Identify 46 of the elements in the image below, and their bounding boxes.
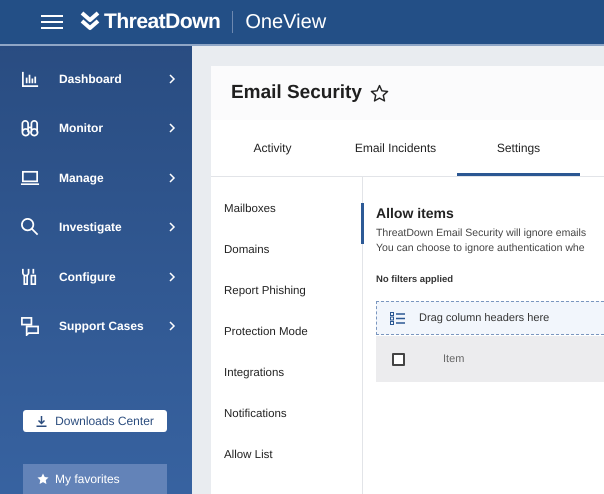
sidebar-item[interactable]: Monitor — [0, 104, 192, 153]
scrollbar[interactable] — [361, 203, 364, 244]
download-icon — [36, 416, 48, 427]
chevron-icon — [168, 321, 176, 332]
drop-zone-label: Drag column headers here — [419, 312, 550, 324]
description-text: ThreatDown Email Security will ignore emails — [376, 226, 588, 241]
product-name: OneView — [245, 10, 326, 34]
column-header[interactable]: Item — [443, 353, 464, 365]
chat-icon — [20, 316, 40, 336]
brand-name: ThreatDown — [104, 10, 220, 34]
tab[interactable]: Activity — [211, 120, 334, 176]
chevron-icon — [168, 172, 176, 183]
star-icon — [37, 473, 49, 486]
chevron-icon — [168, 123, 176, 134]
settings-nav-item[interactable]: Domains — [211, 244, 362, 285]
page-title: Email Security — [231, 82, 362, 104]
menu-icon[interactable] — [41, 14, 63, 30]
settings-nav-item[interactable]: Mailboxes — [211, 203, 362, 244]
sidebar-item[interactable]: Dashboard — [0, 54, 192, 104]
sidebar-item[interactable]: Configure — [0, 252, 192, 302]
group-drop-zone[interactable]: Drag column headers here — [376, 301, 604, 335]
filter-status: No filters applied — [376, 274, 454, 285]
tab[interactable]: Settings — [457, 120, 580, 176]
binoculars-icon — [20, 118, 40, 138]
star-icon[interactable] — [370, 84, 389, 102]
settings-nav-item[interactable]: Integrations — [211, 367, 362, 408]
favorites-panel[interactable]: My favorites — [23, 464, 167, 494]
sidebar-item[interactable]: Investigate — [0, 202, 192, 252]
settings-nav-item[interactable]: Protection Mode — [211, 326, 362, 367]
description-text: You can choose to ignore authentication whe — [376, 241, 586, 256]
logo-icon — [80, 11, 100, 33]
chevron-icon — [168, 272, 176, 282]
chevron-icon — [168, 222, 176, 232]
settings-nav-item[interactable]: Notifications — [211, 408, 362, 449]
select-all-checkbox[interactable] — [392, 352, 405, 366]
section-title: Allow items — [376, 205, 455, 221]
downloads-button[interactable]: Downloads Center — [23, 410, 167, 432]
settings-nav-item[interactable]: Report Phishing — [211, 285, 362, 326]
favorites-label: My favorites — [55, 472, 120, 486]
list-icon — [390, 312, 405, 324]
search-icon — [20, 217, 40, 238]
settings-nav-item[interactable]: Allow List — [211, 449, 362, 490]
tab[interactable]: Email Incidents — [334, 120, 457, 176]
chevron-icon — [168, 74, 176, 84]
sidebar-item[interactable]: Support Cases — [0, 302, 192, 351]
sidebar-item[interactable]: Manage — [0, 153, 192, 202]
